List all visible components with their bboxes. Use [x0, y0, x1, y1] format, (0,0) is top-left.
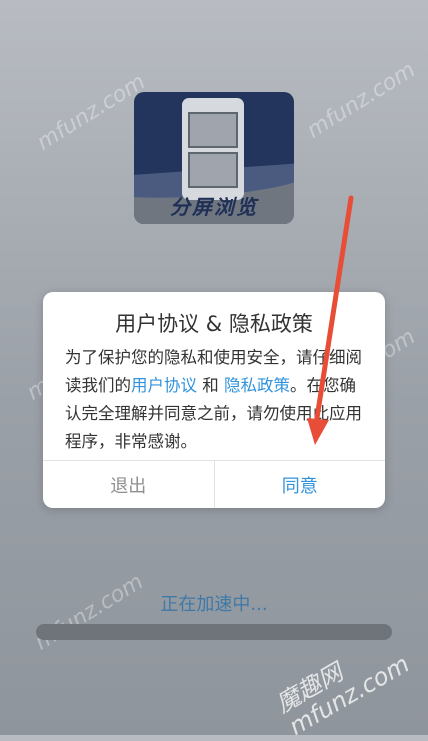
- loading-status: 正在加速中...: [160, 594, 268, 615]
- watermark-text: mfunz.com: [32, 69, 150, 156]
- watermark-text: mfunz.com: [302, 57, 420, 144]
- agreement-dialog: 用户协议 & 隐私政策 为了保护您的隐私和使用安全，请仔细阅读我们的用户协议 和…: [43, 292, 385, 508]
- dialog-actions: 退出 同意: [43, 460, 385, 508]
- dialog-text: 和: [197, 376, 224, 395]
- exit-button[interactable]: 退出: [43, 461, 215, 508]
- app-logo: 分屏浏览: [134, 92, 294, 224]
- split-pane-bottom: [188, 152, 238, 188]
- agree-button[interactable]: 同意: [215, 461, 386, 508]
- privacy-policy-link[interactable]: 隐私政策: [224, 376, 290, 395]
- user-agreement-link[interactable]: 用户协议: [131, 376, 197, 395]
- phone-icon: [182, 98, 244, 200]
- dialog-message: 为了保护您的隐私和使用安全，请仔细阅读我们的用户协议 和 隐私政策。在您确认完全…: [65, 344, 367, 456]
- logo-title: 分屏浏览: [170, 195, 258, 219]
- loading-progress-bar: [36, 624, 392, 640]
- corner-watermark: 魔趣网 mfunz.com: [272, 628, 415, 741]
- dialog-title: 用户协议 & 隐私政策: [115, 312, 313, 336]
- split-pane-top: [188, 112, 238, 148]
